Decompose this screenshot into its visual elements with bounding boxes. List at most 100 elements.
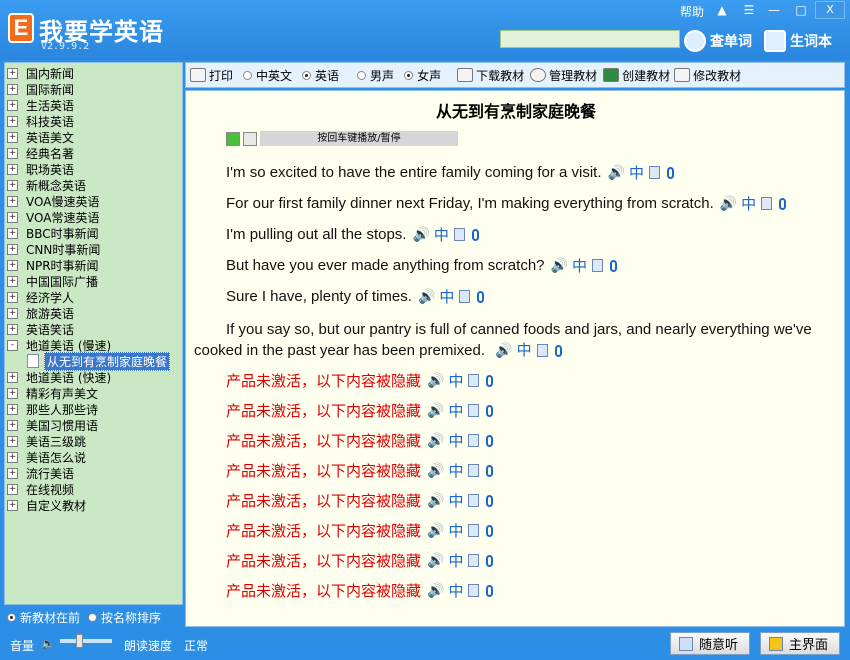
expand-icon[interactable]: + (7, 387, 18, 399)
translate-icon[interactable]: 中 (448, 430, 463, 451)
expand-icon[interactable]: + (7, 483, 18, 495)
expand-icon[interactable]: + (7, 195, 18, 207)
translate-icon[interactable]: 中 (448, 580, 463, 601)
expand-icon[interactable]: + (7, 307, 18, 319)
expand-icon[interactable]: + (7, 163, 18, 175)
speaker-icon[interactable]: 🔊 (412, 226, 429, 243)
tree-item[interactable]: + 旅游英语 (7, 305, 74, 321)
speaker-icon[interactable]: 🔊 (427, 523, 444, 539)
expand-icon[interactable]: + (7, 83, 18, 95)
translate-icon[interactable]: 中 (448, 550, 463, 571)
speaker-icon[interactable]: 🔊 (427, 433, 444, 449)
voice-male-radio[interactable] (357, 70, 367, 80)
voice-female-radio[interactable] (404, 70, 414, 80)
mode-en-option[interactable]: 英语 (302, 67, 339, 84)
record-compare-icon[interactable] (468, 584, 480, 597)
microphone-icon[interactable] (471, 228, 479, 241)
speaker-icon[interactable]: 🔊 (495, 340, 512, 361)
playback-hint-bar[interactable]: 按回车键播放/暂停 (260, 131, 458, 146)
home-button[interactable]: 主界面 (760, 632, 840, 655)
microphone-icon[interactable] (486, 374, 494, 387)
expand-icon[interactable]: + (7, 115, 18, 127)
sentence-line[interactable]: But have you ever made anything from scr… (226, 255, 617, 276)
tree-item[interactable]: + 新概念英语 (7, 177, 86, 193)
microphone-icon[interactable] (486, 464, 494, 477)
translate-icon[interactable]: 中 (448, 370, 463, 391)
tree-item-selected-lesson[interactable]: 从无到有烹制家庭晚餐 (27, 351, 171, 371)
tree-item[interactable]: + 流行美语 (7, 465, 74, 481)
tree-item[interactable]: + CNN时事新闻 (7, 241, 100, 257)
sort-new-first-radio[interactable] (7, 612, 16, 622)
expand-icon[interactable]: + (7, 131, 18, 143)
expand-icon[interactable]: + (7, 419, 18, 431)
record-compare-icon[interactable] (536, 344, 548, 357)
expand-icon[interactable]: + (7, 99, 18, 111)
microphone-icon[interactable] (554, 344, 562, 357)
translate-icon[interactable]: 中 (448, 490, 463, 511)
tree-item[interactable]: + 美语三级跳 (7, 433, 86, 449)
sort-by-name-radio[interactable] (88, 612, 98, 622)
speaker-icon[interactable]: 🔊 (427, 373, 444, 389)
speaker-icon[interactable]: 🔊 (427, 583, 444, 599)
lookup-word-button[interactable]: 查单词 (684, 30, 752, 52)
translate-icon[interactable]: 中 (572, 255, 587, 276)
speed-value[interactable]: 正常 (184, 637, 208, 654)
minimize-button[interactable]: — (763, 1, 785, 19)
vocab-book-button[interactable]: 生词本 (764, 30, 832, 52)
expand-icon[interactable]: + (7, 403, 18, 415)
microphone-icon[interactable] (477, 290, 485, 303)
mode-cn-en-radio[interactable] (243, 70, 253, 80)
expand-icon[interactable]: + (7, 291, 18, 303)
sentence-line[interactable]: For our first family dinner next Friday,… (226, 193, 787, 214)
microphone-icon[interactable] (486, 494, 494, 507)
record-compare-icon[interactable] (591, 259, 603, 272)
expand-icon[interactable]: + (7, 259, 18, 271)
speaker-icon[interactable]: 🔊 (427, 553, 444, 569)
speaker-icon[interactable]: 🔊 (551, 257, 568, 274)
microphone-icon[interactable] (666, 166, 674, 179)
translate-icon[interactable]: 中 (439, 286, 454, 307)
tree-item[interactable]: + 精彩有声美文 (7, 385, 98, 401)
sentence-paragraph[interactable]: If you say so, but our pantry is full of… (194, 319, 834, 361)
tree-item[interactable]: + 在线视频 (7, 481, 74, 497)
menu-icon[interactable]: ☰ (738, 1, 760, 19)
tree-item[interactable]: + 中国国际广播 (7, 273, 98, 289)
tree-item[interactable]: + 职场英语 (7, 161, 74, 177)
tree-item[interactable]: + 那些人那些诗 (7, 401, 98, 417)
volume-slider-handle[interactable] (76, 634, 83, 648)
expand-icon[interactable]: + (7, 451, 18, 463)
microphone-icon[interactable] (609, 259, 617, 272)
microphone-icon[interactable] (486, 524, 494, 537)
sentence-line[interactable]: I'm so excited to have the entire family… (226, 162, 674, 183)
expand-icon[interactable]: + (7, 467, 18, 479)
expand-icon[interactable]: + (7, 275, 18, 287)
translate-icon[interactable]: 中 (448, 520, 463, 541)
download-course-button[interactable]: 下载教材 (457, 67, 524, 84)
record-compare-icon[interactable] (648, 166, 660, 179)
print-button[interactable]: 打印 (190, 67, 233, 84)
record-compare-icon[interactable] (468, 374, 480, 387)
help-menu[interactable]: 帮助 (680, 3, 704, 20)
tree-item[interactable]: + NPR时事新闻 (7, 257, 99, 273)
manage-course-button[interactable]: 管理教材 (530, 67, 597, 84)
sentence-line[interactable]: Sure I have, plenty of times. 🔊 中 (226, 286, 485, 307)
speaker-icon[interactable]: 🔊 (427, 493, 444, 509)
expand-icon[interactable]: + (7, 147, 18, 159)
expand-icon[interactable]: + (7, 371, 18, 383)
tree-item[interactable]: + 国际新闻 (7, 81, 74, 97)
record-compare-icon[interactable] (761, 197, 773, 210)
expand-icon[interactable]: + (7, 243, 18, 255)
expand-icon[interactable]: + (7, 499, 18, 511)
mode-en-radio[interactable] (302, 70, 312, 80)
speaker-icon[interactable]: 🔊 (427, 403, 444, 419)
skin-icon[interactable]: ▲ (711, 1, 733, 19)
tree-item[interactable]: + VOA慢速英语 (7, 193, 99, 209)
stop-button[interactable] (243, 131, 257, 146)
tree-item[interactable]: + 美语怎么说 (7, 449, 86, 465)
voice-female-option[interactable]: 女声 (404, 67, 441, 84)
tree-item[interactable]: + 自定义教材 (7, 497, 86, 513)
tree-item[interactable]: + 国内新闻 (7, 65, 74, 81)
volume-slider[interactable] (60, 639, 112, 643)
translate-icon[interactable]: 中 (741, 193, 756, 214)
tree-item[interactable]: + 经典名著 (7, 145, 74, 161)
